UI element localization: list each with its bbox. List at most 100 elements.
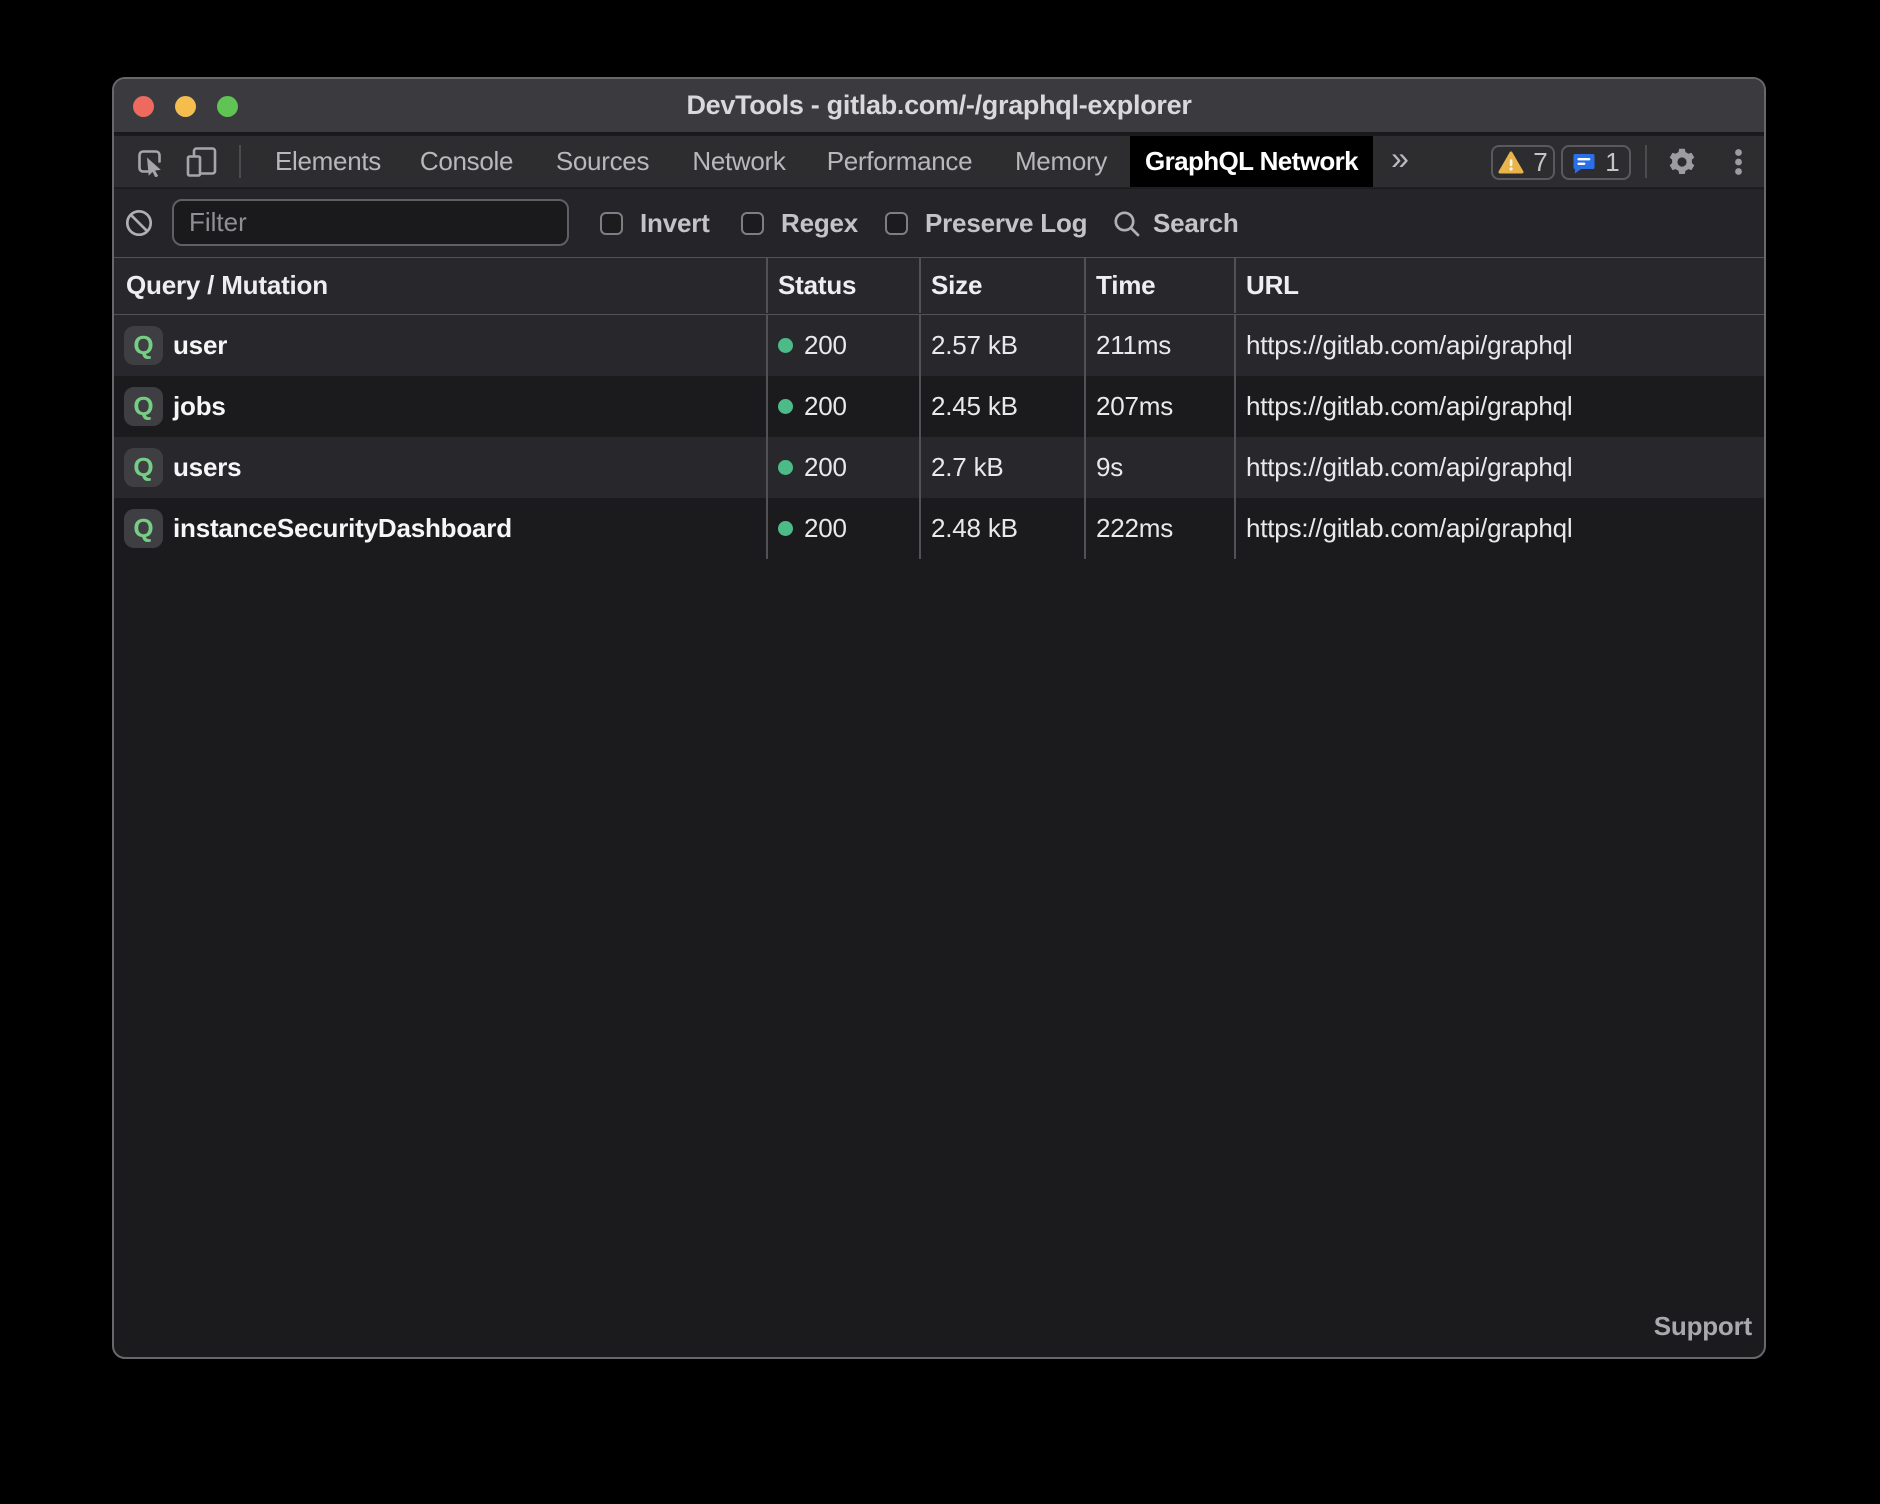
- panel-tab-label: Console: [420, 146, 513, 177]
- response-time: 9s: [1096, 437, 1123, 498]
- status-code: 200: [804, 437, 847, 498]
- query-type-letter: Q: [133, 513, 153, 544]
- table-row[interactable]: Q jobs 200 2.45 kB 207ms https://gitlab.…: [114, 376, 1764, 437]
- query-type-badge: Q: [124, 387, 163, 426]
- warning-icon: [1498, 151, 1524, 175]
- query-type-badge: Q: [124, 509, 163, 548]
- filter-input[interactable]: [172, 199, 569, 246]
- response-size: 2.57 kB: [931, 315, 1018, 376]
- checkbox-label: Regex: [781, 208, 858, 239]
- status-ok-dot: [778, 338, 793, 353]
- tab-bar-divider-right: [1645, 145, 1647, 178]
- checkbox[interactable]: [885, 212, 908, 235]
- search-control[interactable]: Search: [1112, 189, 1239, 257]
- message-icon: [1572, 151, 1596, 175]
- response-size: 2.45 kB: [931, 376, 1018, 437]
- panel-tab-elements[interactable]: Elements: [257, 136, 399, 187]
- column-header-time[interactable]: Time: [1096, 258, 1155, 313]
- column-divider: [919, 315, 921, 376]
- column-divider: [1084, 437, 1086, 498]
- column-divider: [766, 315, 768, 376]
- more-tabs-button[interactable]: »: [1384, 136, 1416, 187]
- checkbox[interactable]: [741, 212, 764, 235]
- query-type-badge: Q: [124, 326, 163, 365]
- column-header-size[interactable]: Size: [931, 258, 982, 313]
- status-ok-dot: [778, 521, 793, 536]
- checkbox-label: Preserve Log: [925, 208, 1087, 239]
- query-type-badge: Q: [124, 448, 163, 487]
- column-divider: [766, 376, 768, 437]
- panel-tab-sources[interactable]: Sources: [534, 136, 671, 187]
- response-time: 222ms: [1096, 498, 1173, 559]
- device-toolbar-icon[interactable]: [185, 145, 218, 178]
- column-divider: [919, 437, 921, 498]
- column-divider: [919, 376, 921, 437]
- inspect-element-icon[interactable]: [135, 147, 164, 177]
- panel-tab-label: GraphQL Network: [1145, 146, 1358, 177]
- tab-bar-divider: [239, 145, 241, 178]
- checkbox-label: Invert: [640, 208, 710, 239]
- panel-tab-console[interactable]: Console: [399, 136, 534, 187]
- query-name: users: [173, 437, 241, 498]
- column-divider: [1084, 376, 1086, 437]
- panel-tab-memory[interactable]: Memory: [992, 136, 1130, 187]
- gear-icon[interactable]: [1667, 147, 1697, 177]
- table-body: Q user 200 2.57 kB 211ms https://gitlab.…: [114, 315, 1764, 559]
- column-divider: [1234, 498, 1236, 559]
- table-row[interactable]: Q user 200 2.57 kB 211ms https://gitlab.…: [114, 315, 1764, 376]
- response-size: 2.7 kB: [931, 437, 1004, 498]
- panel-tab-performance[interactable]: Performance: [807, 136, 992, 187]
- response-time: 207ms: [1096, 376, 1173, 437]
- response-time: 211ms: [1096, 315, 1171, 376]
- request-url: https://gitlab.com/api/graphql: [1246, 437, 1572, 498]
- kebab-menu-icon[interactable]: [1734, 148, 1743, 175]
- table-row[interactable]: Q instanceSecurityDashboard 200 2.48 kB …: [114, 498, 1764, 559]
- panel-tab-label: Performance: [827, 146, 973, 177]
- panel-tab-graphql-network[interactable]: GraphQL Network: [1130, 136, 1373, 187]
- status-ok-dot: [778, 399, 793, 414]
- request-url: https://gitlab.com/api/graphql: [1246, 376, 1572, 437]
- warnings-badge[interactable]: 7: [1491, 145, 1555, 180]
- devtools-window: DevTools - gitlab.com/-/graphql-explorer…: [112, 77, 1766, 1359]
- column-header-query-mutation[interactable]: Query / Mutation: [126, 258, 328, 313]
- column-divider: [766, 498, 768, 559]
- column-divider: [766, 258, 768, 313]
- column-header-url[interactable]: URL: [1246, 258, 1299, 313]
- query-type-letter: Q: [133, 330, 153, 361]
- title-bar: DevTools - gitlab.com/-/graphql-explorer: [114, 79, 1764, 134]
- filter-checkbox-preserve-log[interactable]: Preserve Log: [885, 189, 1087, 257]
- query-name: jobs: [173, 376, 226, 437]
- status-code: 200: [804, 376, 847, 437]
- clear-log-icon[interactable]: [125, 209, 153, 237]
- column-divider: [919, 258, 921, 313]
- column-divider: [1084, 498, 1086, 559]
- query-type-letter: Q: [133, 452, 153, 483]
- query-name: instanceSecurityDashboard: [173, 498, 512, 559]
- support-link[interactable]: Support: [1654, 1311, 1752, 1342]
- search-icon: [1112, 209, 1141, 238]
- table-header: Query / Mutation Status Size Time URL: [114, 257, 1764, 315]
- panel-tab-label: Network: [692, 146, 785, 177]
- column-divider: [1234, 258, 1236, 313]
- panel-tab-label: Sources: [556, 146, 649, 177]
- network-toolbar: Search Invert Regex Preserve Log: [114, 189, 1764, 257]
- status-code: 200: [804, 315, 847, 376]
- query-type-letter: Q: [133, 391, 153, 422]
- status-code: 200: [804, 498, 847, 559]
- messages-badge[interactable]: 1: [1561, 145, 1631, 180]
- request-url: https://gitlab.com/api/graphql: [1246, 315, 1572, 376]
- panel-tab-label: Memory: [1015, 146, 1107, 177]
- column-divider: [766, 437, 768, 498]
- filter-checkbox-invert[interactable]: Invert: [600, 189, 710, 257]
- panel-tabs: Elements Console Sources Network Perform…: [257, 136, 1373, 187]
- panel-tab-network[interactable]: Network: [671, 136, 807, 187]
- requests-table: Query / Mutation Status Size Time URL Q …: [114, 257, 1764, 559]
- column-header-status[interactable]: Status: [778, 258, 856, 313]
- column-divider: [919, 498, 921, 559]
- devtools-tab-bar: Elements Console Sources Network Perform…: [114, 136, 1764, 188]
- status-ok-dot: [778, 460, 793, 475]
- filter-checkbox-regex[interactable]: Regex: [741, 189, 858, 257]
- checkbox[interactable]: [600, 212, 623, 235]
- table-row[interactable]: Q users 200 2.7 kB 9s https://gitlab.com…: [114, 437, 1764, 498]
- panel-tab-label: Elements: [275, 146, 381, 177]
